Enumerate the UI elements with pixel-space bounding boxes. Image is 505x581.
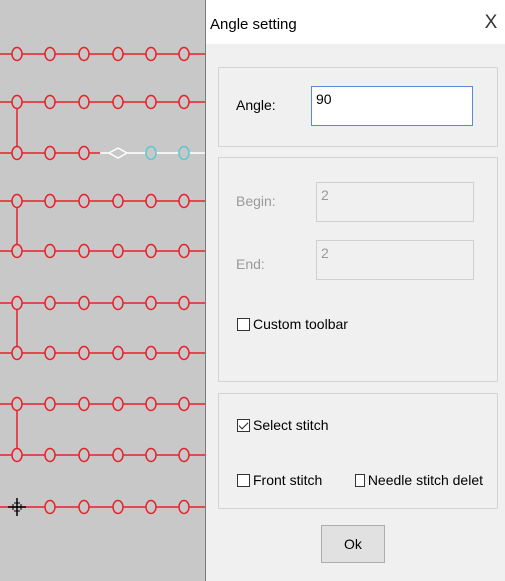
needle-stitch-box[interactable] [355,473,365,487]
stitch-point [78,295,90,311]
stitch-point [44,193,56,209]
stitch-point [11,243,23,259]
stitch-point [78,46,90,62]
ok-button[interactable]: Ok [321,525,385,563]
stitch-point [11,396,23,412]
stitch-point [44,447,56,463]
stitch-point [112,345,124,361]
stitch-point-current [107,147,129,159]
end-input[interactable]: 2 [316,240,474,280]
stitch-point [145,396,157,412]
select-stitch-box[interactable] [237,418,250,432]
select-stitch-label: Select stitch [253,417,329,433]
stitch-point [145,447,157,463]
stitch-point [145,243,157,259]
stitch-point [178,94,190,110]
stitch-point [44,46,56,62]
stitch-point [178,243,190,259]
dialog-title: Angle setting [210,16,297,33]
stitch-point [11,295,23,311]
stitch-point-highlighted [145,145,157,161]
stitch-canvas[interactable] [0,0,205,581]
custom-toolbar-label: Custom toolbar [253,316,348,332]
stitch-point [145,499,157,515]
stitch-point [44,243,56,259]
stitch-point [112,447,124,463]
needle-stitch-checkbox[interactable]: Needle stitch delet [355,472,483,488]
crosshair-move-icon [8,498,26,516]
stitch-point [112,499,124,515]
stitch-point [145,46,157,62]
stitch-point [11,447,23,463]
stitch-point [78,447,90,463]
front-stitch-label: Front stitch [253,472,323,488]
stitch-point [78,193,90,209]
begin-input[interactable]: 2 [316,182,474,222]
stitch-point [178,46,190,62]
stitch-point [44,345,56,361]
stitch-point [178,193,190,209]
stitch-point [78,94,90,110]
stitch-point [78,345,90,361]
needle-stitch-label: Needle stitch delet [367,472,483,488]
stitch-point [11,345,23,361]
stitch-point [78,499,90,515]
stitch-point [78,145,90,161]
stitch-canvas-svg[interactable] [0,0,205,581]
stitch-point [11,193,23,209]
stitch-point [178,396,190,412]
dialog-titlebar: Angle setting X [206,0,505,44]
stitch-point [78,243,90,259]
stitch-point-highlighted [178,145,190,161]
stitch-point [145,345,157,361]
stitch-point [145,193,157,209]
stitch-point [178,295,190,311]
stitch-point [44,396,56,412]
begin-label: Begin: [236,193,276,209]
angle-input[interactable]: 90 [311,86,473,126]
stitch-point [145,295,157,311]
stitch-point [112,243,124,259]
stitch-point [78,396,90,412]
stitch-point [178,447,190,463]
stitch-point [112,295,124,311]
select-stitch-checkbox[interactable]: Select stitch [237,417,328,433]
stitch-point [112,46,124,62]
angle-label: Angle: [236,97,276,113]
close-icon[interactable]: X [480,12,502,34]
custom-toolbar-checkbox[interactable]: Custom toolbar [237,316,348,332]
stitch-point [178,499,190,515]
stitch-point [44,145,56,161]
front-stitch-checkbox[interactable]: Front stitch [237,472,322,488]
stitch-point [11,46,23,62]
stitch-rows [0,46,205,515]
stitch-point [145,94,157,110]
stitch-point [112,94,124,110]
front-stitch-box[interactable] [237,473,250,487]
stitch-point [11,94,23,110]
end-label: End: [236,256,265,272]
stitch-point [112,396,124,412]
stitch-point [11,145,23,161]
stitch-point [44,499,56,515]
stitch-point [44,295,56,311]
stitch-point [112,193,124,209]
options-group [218,393,498,509]
stitch-point [178,345,190,361]
stitch-point [44,94,56,110]
custom-toolbar-box[interactable] [237,317,250,331]
